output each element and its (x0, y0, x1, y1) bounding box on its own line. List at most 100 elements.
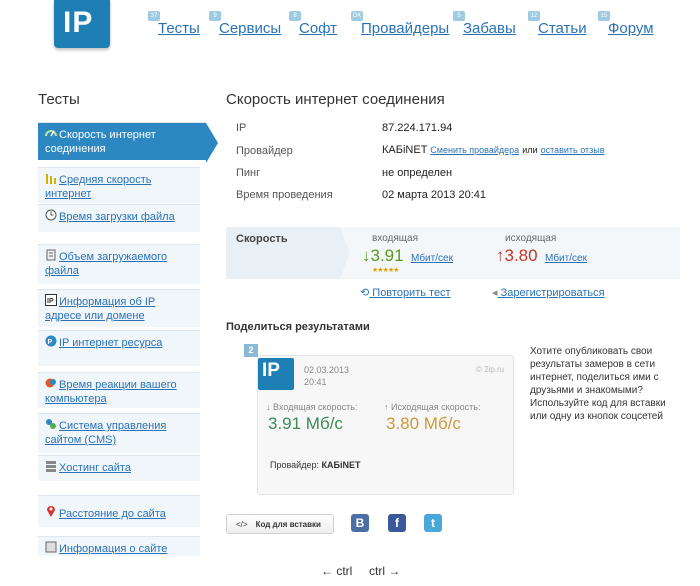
card-in-value: 3.91 Мб/с (268, 414, 343, 433)
register-arrow-icon: ◂ (492, 287, 498, 299)
facebook-icon[interactable]: f (388, 514, 406, 532)
embed-code-button[interactable]: </> Код для вставки (226, 514, 334, 534)
repeat-test-label: Повторить тест (372, 287, 451, 299)
nav-label: Забавы (463, 20, 516, 37)
svg-text:P: P (48, 339, 53, 346)
outgoing-unit[interactable]: Мбит/сек (545, 253, 587, 264)
nav-label: Провайдеры (361, 20, 450, 37)
card-provider-value: КАБiNET (321, 460, 361, 470)
info-value-provider-row: КАБiNET Сменить провайдера или оставить … (382, 144, 605, 156)
twitter-icon[interactable]: t (424, 514, 442, 532)
card-site: © 2ip.ru (476, 365, 505, 374)
prev-page-link[interactable]: ← ctrl (321, 564, 352, 578)
nav-badge: 8 (289, 11, 301, 21)
card-out-value: 3.80 Мб/с (386, 414, 461, 433)
card-in-caption: ↓ Входящая скорость: (266, 402, 358, 412)
incoming-caption: входящая (372, 233, 418, 244)
next-page-link[interactable]: ctrl → (369, 564, 400, 578)
svg-text:IP: IP (47, 298, 54, 305)
active-arrow (206, 123, 218, 163)
info-key-provider: Провайдер (236, 145, 293, 157)
card-badge: 2 (244, 344, 258, 357)
info-key-ip: IP (236, 122, 247, 134)
speed-label: Скорость (236, 233, 288, 245)
sidebar-item-label: Средняя скорость интернет (45, 174, 152, 200)
nav-badge: 12 (528, 11, 540, 21)
nav-tests[interactable]: 37 Тесты (148, 11, 200, 37)
nav-services[interactable]: 9 Сервисы (209, 11, 281, 37)
nav-badge: 37 (148, 11, 160, 21)
sidebar-item-label: Информация об IP адресе или домене (45, 296, 156, 322)
sidebar-item-average-speed[interactable]: Средняя скорость интернет (38, 167, 200, 203)
nav-badge: OK (351, 11, 363, 21)
outgoing-speed-value: 3.80 (504, 246, 538, 265)
card-logo: IP (258, 358, 294, 390)
card-time: 20:41 (304, 377, 327, 387)
sidebar-title: Тесты (38, 91, 80, 108)
code-icon: </> (236, 520, 248, 529)
nav-label: Тесты (158, 20, 200, 37)
info-value-time: 02 марта 2013 20:41 (382, 189, 486, 201)
sidebar-item-label: Система управления сайтом (CMS) (45, 420, 167, 446)
file-icon (45, 249, 57, 261)
sidebar-item-label: Объем загружаемого файла (45, 251, 168, 277)
sidebar-item-label: Время загрузки файла (59, 211, 175, 223)
nav-forum[interactable]: 15 Форум (598, 11, 654, 37)
nav-fun[interactable]: 5 Забавы (453, 11, 516, 37)
nav-badge: 9 (209, 11, 221, 21)
embed-code-label: Код для вставки (255, 520, 321, 529)
pin-icon (45, 504, 57, 517)
nav-label: Софт (299, 20, 338, 37)
site-logo[interactable]: IP (54, 0, 110, 48)
incoming-speed: ↓3.91 (362, 246, 404, 266)
sidebar-item-label: Скорость интернет соединения (45, 129, 156, 155)
or-text: или (522, 145, 538, 155)
info-value-provider: КАБiNET (382, 144, 428, 156)
speed-icon (45, 127, 57, 139)
globe-ip-icon: P (45, 335, 57, 347)
nav-badge: 5 (453, 11, 465, 21)
sidebar-item-reaction-time[interactable]: Время реакции вашего компьютера (38, 372, 200, 408)
down-arrow-icon: ↓ (362, 246, 371, 265)
hosting-icon (45, 460, 57, 472)
card-logo-text: IP (262, 360, 280, 381)
info-icon (45, 541, 57, 553)
nav-label: Статьи (538, 20, 587, 37)
sidebar-item-label: IP интернет ресурса (59, 337, 163, 349)
leave-review-link[interactable]: оставить отзыв (541, 145, 605, 155)
outgoing-speed: ↑3.80 (496, 246, 538, 266)
sidebar-item-site-info[interactable]: Информация о сайте (38, 536, 200, 556)
info-value-ip: 87.224.171.94 (382, 122, 453, 134)
nav-providers[interactable]: OK Провайдеры (351, 11, 450, 37)
sidebar-item-file-load-time[interactable]: Время загрузки файла (38, 204, 200, 232)
page-title: Скорость интернет соединения (226, 91, 445, 108)
share-title: Поделиться результатами (226, 321, 370, 333)
repeat-icon: ⟲ (360, 287, 370, 299)
incoming-unit[interactable]: Мбит/сек (411, 253, 453, 264)
info-key-ping: Пинг (236, 167, 261, 179)
change-provider-link[interactable]: Сменить провайдера (430, 145, 519, 155)
sidebar-item-label: Время реакции вашего компьютера (45, 379, 177, 405)
register-label: Зарегистрироваться (500, 287, 605, 299)
vk-icon[interactable]: B (351, 514, 369, 532)
nav-label: Форум (608, 20, 654, 37)
share-description: Хотите опубликовать свои результаты заме… (530, 346, 666, 422)
sidebar-item-label: Расстояние до сайта (59, 508, 166, 520)
repeat-test-link[interactable]: ⟲ Повторить тест (360, 286, 451, 299)
ip-icon: IP (45, 294, 57, 306)
incoming-speed-value: 3.91 (370, 246, 404, 265)
register-link[interactable]: ◂ Зарегистрироваться (492, 286, 605, 299)
sidebar-item-speed-test[interactable]: Скорость интернет соединения (38, 122, 218, 163)
sidebar-item-ip-info[interactable]: IP Информация об IP адресе или домене (38, 289, 200, 327)
sidebar-item-hosting[interactable]: Хостинг сайта (38, 455, 200, 481)
nav-articles[interactable]: 12 Статьи (528, 11, 587, 37)
nav-software[interactable]: 8 Софт (289, 11, 338, 37)
info-key-time: Время проведения (236, 189, 333, 201)
sidebar-item-distance[interactable]: Расстояние до сайта (38, 495, 200, 527)
sidebar-item-cms[interactable]: Система управления сайтом (CMS) (38, 413, 200, 453)
site-logo-text: IP (63, 6, 94, 39)
rating-stars: ★★★★★ (372, 267, 399, 274)
card-date: 02.03.2013 (304, 365, 350, 375)
sidebar-item-file-size[interactable]: Объем загружаемого файла (38, 244, 200, 284)
sidebar-item-ip-resource[interactable]: P IP интернет ресурса (38, 330, 200, 366)
